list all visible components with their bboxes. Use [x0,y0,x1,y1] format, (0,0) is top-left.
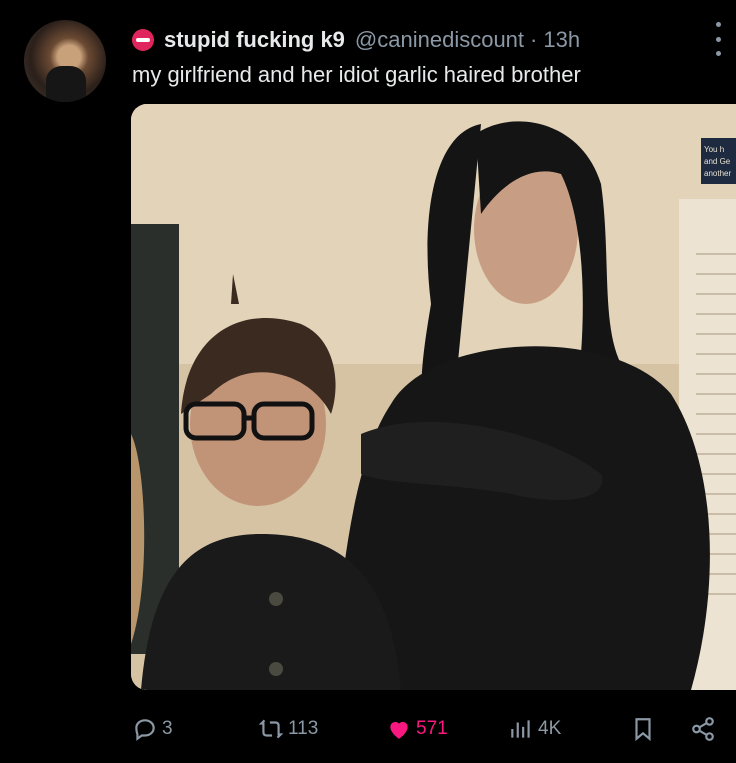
action-bar: 3 113 571 4K [0,705,736,753]
like-count: 571 [416,718,448,739]
prohibited-badge-icon [132,29,154,51]
reply-icon [135,719,155,741]
separator: · [530,27,538,52]
dot [715,51,721,56]
dot [715,36,721,42]
repost-button[interactable]: 113 [258,705,318,753]
views-button[interactable]: 4K [508,705,561,753]
views-icon [511,720,530,738]
avatar[interactable] [24,20,106,102]
display-name[interactable]: stupid fucking k9 [164,27,345,53]
user-handle[interactable]: @caninediscount [355,27,524,53]
timestamp[interactable]: 13h [543,27,580,53]
sign-text-3: another [704,169,731,178]
reply-button[interactable]: 3 [132,705,173,753]
views-count: 4K [538,718,562,739]
sign-text: You h [704,145,724,154]
share-icon [692,717,714,741]
tweet-image[interactable]: You h and Ge another [131,104,736,690]
sign-text-2: and Ge [704,157,731,166]
tweet-text: my girlfriend and her idiot garlic haire… [132,62,581,87]
bookmark-button[interactable] [630,705,660,753]
repost-icon [258,719,284,739]
reply-count: 3 [162,718,173,739]
tweet-header: stupid fucking k9 @caninediscount · 13h [132,24,676,56]
heart-icon [390,721,408,739]
like-button[interactable]: 571 [386,705,448,753]
more-options-icon[interactable] [714,22,722,56]
repost-count: 113 [288,718,319,739]
photo-illustration: You h and Ge another [131,104,736,690]
share-button[interactable] [690,705,720,753]
dot [715,22,721,27]
bookmark-icon [635,718,651,742]
